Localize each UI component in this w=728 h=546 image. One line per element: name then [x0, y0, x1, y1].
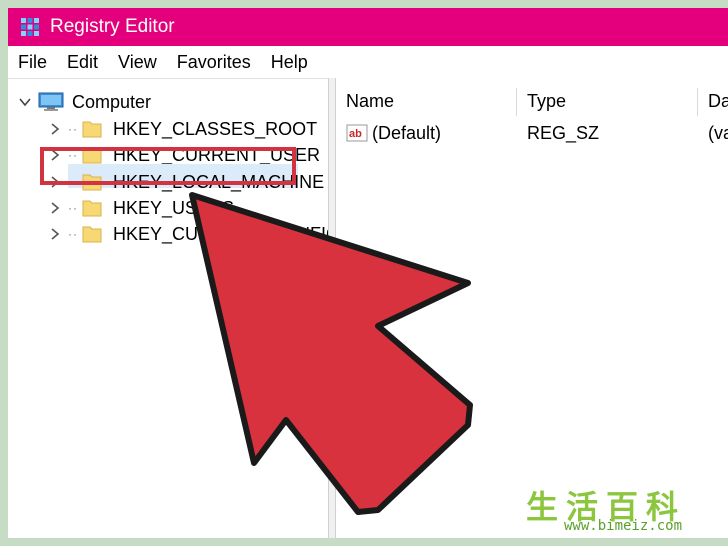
menu-bar: File Edit View Favorites Help	[8, 46, 728, 78]
window-title: Registry Editor	[50, 16, 175, 37]
chevron-down-icon[interactable]	[18, 95, 32, 109]
registry-editor-app-icon	[21, 18, 39, 36]
tree-connector: ··	[68, 122, 78, 136]
tree-item-hkey-classes-root[interactable]: ·· HKEY_CLASSES_ROOT	[48, 116, 320, 142]
value-name: (Default)	[372, 122, 442, 143]
folder-icon	[82, 200, 102, 217]
tree-item-label: HKEY_CURRENT_CONFIG	[113, 223, 341, 244]
column-header-name[interactable]: Name	[336, 86, 516, 116]
value-row-default[interactable]: ab (Default)	[346, 120, 441, 146]
tree-connector: ··	[68, 227, 78, 241]
string-value-icon: ab	[346, 124, 368, 142]
chevron-right-icon[interactable]	[48, 227, 62, 241]
value-type-cell: REG_SZ	[527, 120, 599, 146]
registry-editor-window: Registry Editor File Edit View Favorites…	[8, 8, 728, 538]
value-type: REG_SZ	[527, 122, 600, 143]
title-bar: Registry Editor	[8, 8, 728, 46]
tree-item-hkey-current-config[interactable]: ·· HKEY_CURRENT_CONFIG	[48, 221, 343, 247]
chevron-right-icon[interactable]	[48, 201, 62, 215]
tree-item-label: HKEY_USERS	[113, 197, 235, 218]
svg-text:ab: ab	[349, 128, 362, 140]
value-data-cell: (value not set)	[708, 120, 728, 146]
menu-file[interactable]: File	[8, 52, 57, 73]
chevron-right-icon[interactable]	[48, 122, 62, 136]
tree-item-hkey-users[interactable]: ·· HKEY_USERS	[48, 195, 237, 221]
menu-favorites[interactable]: Favorites	[167, 52, 261, 73]
tree-item-label: HKEY_CLASSES_ROOT	[113, 118, 318, 139]
column-header-data[interactable]: Data	[698, 86, 728, 116]
watermark: 生活百科 www.bimeiz.com	[520, 480, 720, 538]
annotation-highlight-box	[40, 147, 296, 185]
value-data: (value not set)	[708, 122, 728, 143]
tree-connector: ··	[68, 201, 78, 215]
menu-help[interactable]: Help	[261, 52, 318, 73]
pane-splitter[interactable]	[328, 78, 336, 538]
menu-edit[interactable]: Edit	[57, 52, 108, 73]
column-header-type[interactable]: Type	[517, 86, 697, 116]
tree-item-label: Computer	[72, 91, 152, 112]
computer-icon	[38, 92, 64, 111]
folder-icon	[82, 226, 102, 243]
watermark-url: www.bimeiz.com	[564, 518, 683, 534]
folder-icon	[82, 121, 102, 138]
tree-item-computer[interactable]: Computer	[18, 89, 151, 115]
menu-view[interactable]: View	[108, 52, 167, 73]
values-list-pane[interactable]: Name Type Data ab (Default) REG_SZ (valu…	[336, 78, 728, 538]
